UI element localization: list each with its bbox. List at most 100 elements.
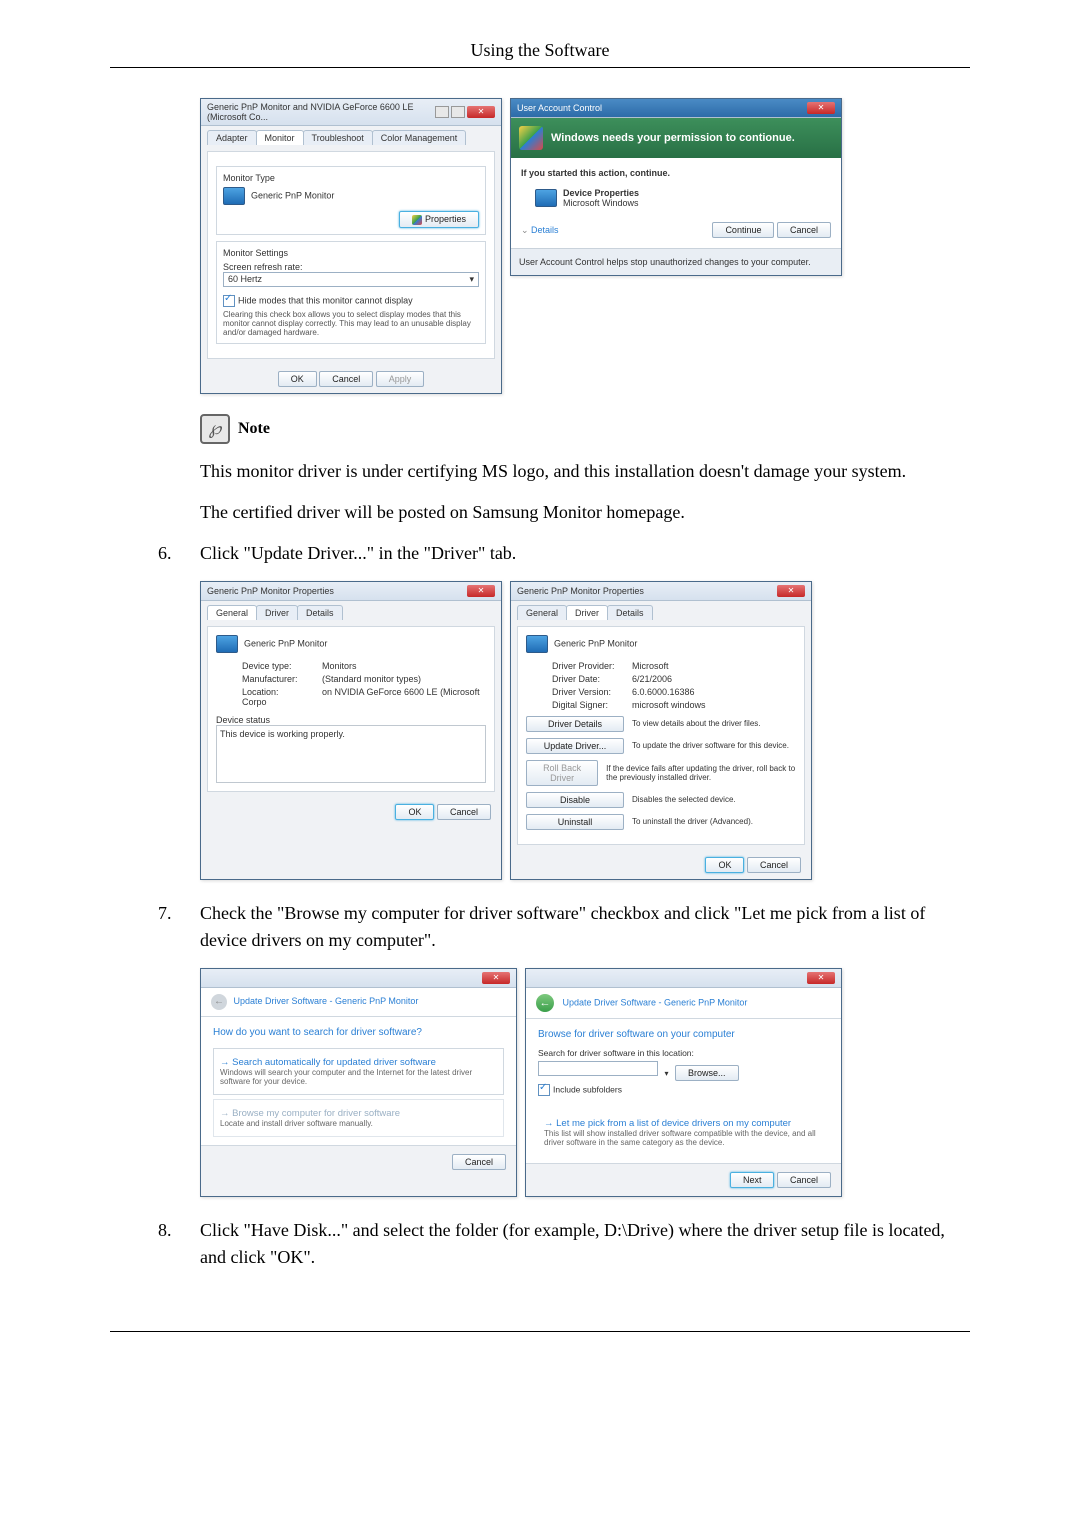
device-name: Generic PnP Monitor <box>251 190 334 200</box>
driver-details-button[interactable]: Driver Details <box>526 716 624 732</box>
monitor-settings-dialog: Generic PnP Monitor and NVIDIA GeForce 6… <box>200 98 502 394</box>
browse-option[interactable]: → Browse my computer for driver software… <box>213 1099 504 1137</box>
version-value: 6.0.6000.16386 <box>632 687 695 697</box>
shield-icon <box>519 126 543 150</box>
titlebar: User Account Control ✕ <box>511 99 841 118</box>
provider-label: Driver Provider: <box>552 661 632 671</box>
titlebar: ✕ <box>526 969 841 988</box>
cancel-button[interactable]: Cancel <box>747 857 801 873</box>
close-icon[interactable]: ✕ <box>435 106 495 118</box>
dialog-title: Generic PnP Monitor Properties <box>517 586 644 596</box>
cancel-button[interactable]: Cancel <box>777 1172 831 1188</box>
uninstall-button[interactable]: Uninstall <box>526 814 624 830</box>
let-me-pick-option[interactable]: → Let me pick from a list of device driv… <box>538 1110 829 1155</box>
hide-modes-checkbox[interactable] <box>223 295 235 307</box>
chevron-down-icon: ▾ <box>469 274 474 285</box>
tab-driver[interactable]: Driver <box>566 605 608 620</box>
browse-button[interactable]: Browse... <box>675 1065 739 1081</box>
device-status-label: Device status <box>216 715 486 725</box>
titlebar: Generic PnP Monitor and NVIDIA GeForce 6… <box>201 99 501 126</box>
device-status-value: This device is working properly. <box>216 725 486 783</box>
continue-button[interactable]: Continue <box>712 222 774 238</box>
cancel-button[interactable]: Cancel <box>437 804 491 820</box>
wizard-heading: How do you want to search for driver sof… <box>213 1027 504 1038</box>
uac-publisher: Microsoft Windows <box>563 198 639 208</box>
cancel-button[interactable]: Cancel <box>452 1154 506 1170</box>
ok-button[interactable]: OK <box>395 804 434 820</box>
device-name: Generic PnP Monitor <box>244 638 327 648</box>
rollback-button[interactable]: Roll Back Driver <box>526 760 598 786</box>
dialog-title: User Account Control <box>517 103 602 113</box>
note-icon: ℘ <box>200 414 230 444</box>
hide-modes-desc: Clearing this check box allows you to se… <box>223 310 479 337</box>
app-icon <box>535 189 557 207</box>
tab-monitor[interactable]: Monitor <box>256 130 304 145</box>
next-button[interactable]: Next <box>730 1172 775 1188</box>
include-subfolders-label: Include subfolders <box>553 1084 622 1094</box>
tab-details[interactable]: Details <box>607 605 653 620</box>
version-label: Driver Version: <box>552 687 632 697</box>
path-input[interactable] <box>538 1061 658 1076</box>
uninstall-desc: To uninstall the driver (Advanced). <box>632 817 753 826</box>
tab-general[interactable]: General <box>517 605 567 620</box>
disable-desc: Disables the selected device. <box>632 795 736 804</box>
cancel-button[interactable]: Cancel <box>777 222 831 238</box>
ok-button[interactable]: OK <box>278 371 317 387</box>
tab-driver[interactable]: Driver <box>256 605 298 620</box>
manufacturer-label: Manufacturer: <box>242 674 322 684</box>
wizard-search-dialog: ✕ ← Update Driver Software - Generic PnP… <box>200 968 517 1197</box>
screenshot-row-3: ✕ ← Update Driver Software - Generic PnP… <box>200 968 970 1197</box>
properties-button[interactable]: Properties <box>399 211 479 228</box>
tab-adapter[interactable]: Adapter <box>207 130 257 145</box>
close-icon[interactable]: ✕ <box>807 972 835 984</box>
page-header: Using the Software <box>110 40 970 61</box>
note-label: Note <box>238 420 270 437</box>
uac-app-name: Device Properties <box>563 188 639 198</box>
dialog-title: Generic PnP Monitor Properties <box>207 586 334 596</box>
disable-button[interactable]: Disable <box>526 792 624 808</box>
device-type-value: Monitors <box>322 661 357 671</box>
back-icon[interactable]: ← <box>211 994 227 1010</box>
search-auto-option[interactable]: → Search automatically for updated drive… <box>213 1048 504 1095</box>
screenshot-row-1: Generic PnP Monitor and NVIDIA GeForce 6… <box>200 98 970 394</box>
device-type-label: Device type: <box>242 661 322 671</box>
screenshot-row-2: Generic PnP Monitor Properties ✕ General… <box>200 581 970 880</box>
manufacturer-value: (Standard monitor types) <box>322 674 421 684</box>
group-monitor-type: Monitor Type <box>223 173 479 183</box>
close-icon[interactable]: ✕ <box>807 102 835 114</box>
tab-general[interactable]: General <box>207 605 257 620</box>
breadcrumb: Update Driver Software - Generic PnP Mon… <box>234 996 419 1006</box>
ok-button[interactable]: OK <box>705 857 744 873</box>
titlebar: Generic PnP Monitor Properties ✕ <box>201 582 501 601</box>
close-icon[interactable]: ✕ <box>482 972 510 984</box>
uac-banner: Windows needs your permission to contion… <box>511 118 841 158</box>
signer-label: Digital Signer: <box>552 700 632 710</box>
properties-general-dialog: Generic PnP Monitor Properties ✕ General… <box>200 581 502 880</box>
chevron-down-icon: ⌄ <box>521 225 531 235</box>
tab-color-management[interactable]: Color Management <box>372 130 467 145</box>
signer-value: microsoft windows <box>632 700 706 710</box>
step-8: 8.Click "Have Disk..." and select the fo… <box>158 1217 970 1271</box>
driver-details-desc: To view details about the driver files. <box>632 719 761 728</box>
note-text-2: The certified driver will be posted on S… <box>200 499 970 526</box>
group-monitor-settings: Monitor Settings <box>223 248 479 258</box>
rollback-desc: If the device fails after updating the d… <box>606 764 796 782</box>
refresh-rate-select[interactable]: 60 Hertz▾ <box>223 272 479 287</box>
footer-rule <box>110 1331 970 1332</box>
cancel-button[interactable]: Cancel <box>319 371 373 387</box>
refresh-label: Screen refresh rate: <box>223 262 479 272</box>
close-icon[interactable]: ✕ <box>777 585 805 597</box>
details-link[interactable]: Details <box>531 225 559 235</box>
update-driver-button[interactable]: Update Driver... <box>526 738 624 754</box>
back-icon[interactable]: ← <box>536 994 554 1012</box>
header-rule <box>110 67 970 68</box>
include-subfolders-checkbox[interactable] <box>538 1084 550 1096</box>
apply-button[interactable]: Apply <box>376 371 425 387</box>
monitor-icon <box>216 635 238 653</box>
location-label: Location: <box>242 687 322 697</box>
date-value: 6/21/2006 <box>632 674 672 684</box>
monitor-icon <box>223 187 245 205</box>
tab-details[interactable]: Details <box>297 605 343 620</box>
tab-troubleshoot[interactable]: Troubleshoot <box>303 130 373 145</box>
close-icon[interactable]: ✕ <box>467 585 495 597</box>
